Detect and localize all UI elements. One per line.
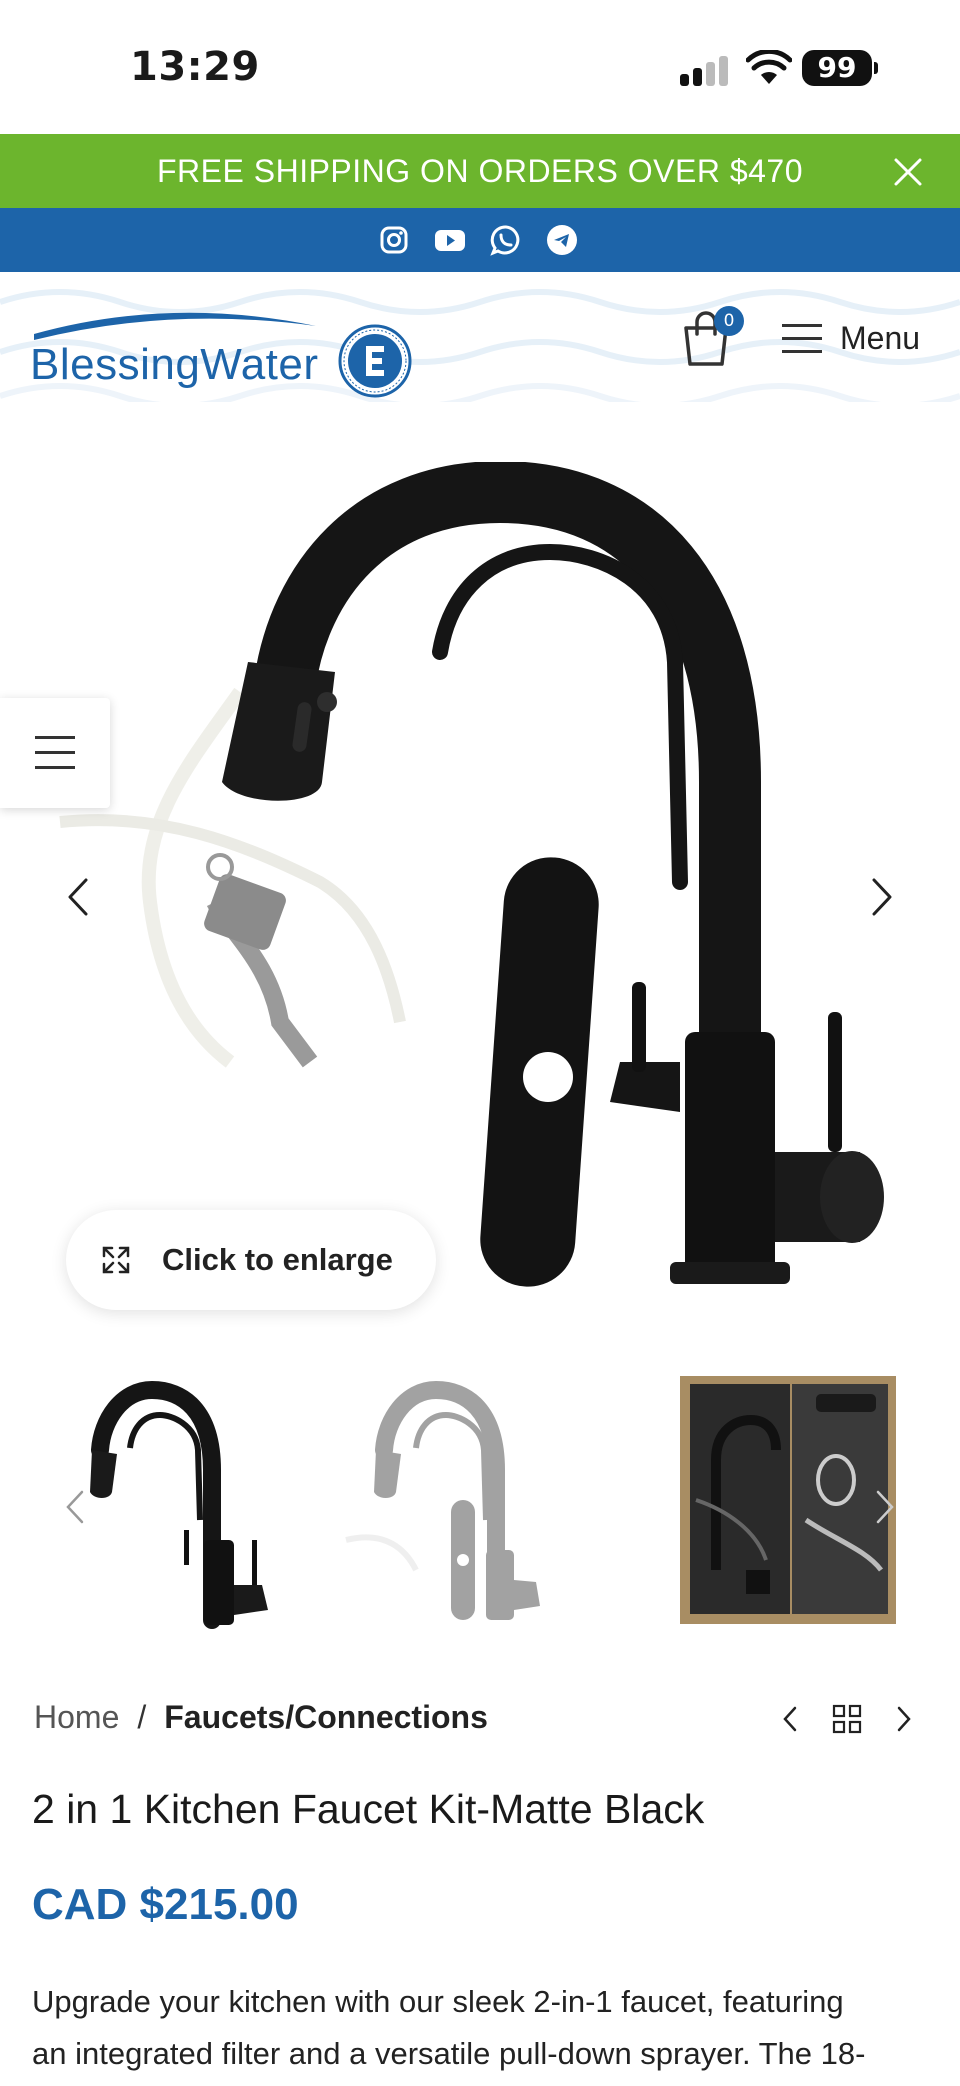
product-title: 2 in 1 Kitchen Faucet Kit-Matte Black bbox=[32, 1786, 705, 1832]
announcement-text: FREE SHIPPING ON ORDERS OVER $470 bbox=[157, 153, 803, 189]
enlarge-button[interactable]: Click to enlarge bbox=[66, 1210, 436, 1310]
product-description: Upgrade your kitchen with our sleek 2-in… bbox=[32, 1976, 932, 2080]
logo-text: BlessingWater bbox=[30, 340, 319, 389]
breadcrumb: Home / Faucets/Connections bbox=[34, 1692, 488, 1742]
logo[interactable]: BlessingWater bbox=[30, 300, 420, 398]
expand-icon bbox=[102, 1246, 130, 1274]
description-line: an integrated filter and a versatile pul… bbox=[32, 2036, 866, 2071]
breadcrumb-home[interactable]: Home bbox=[34, 1699, 119, 1736]
logo-seal-icon bbox=[338, 324, 412, 398]
status-bar: 13:29 99 bbox=[0, 0, 960, 134]
product-navigation bbox=[780, 1700, 920, 1736]
thumbnail-3[interactable] bbox=[676, 1370, 906, 1640]
announcement-bar: FREE SHIPPING ON ORDERS OVER $470 bbox=[0, 134, 960, 208]
gallery-prev-arrow[interactable] bbox=[60, 872, 96, 922]
product-main-image[interactable] bbox=[40, 462, 920, 1322]
youtube-icon[interactable] bbox=[434, 224, 466, 256]
product-gallery: Click to enlarge bbox=[0, 402, 960, 1342]
battery-icon: 99 bbox=[802, 50, 878, 86]
menu-label: Menu bbox=[840, 319, 921, 356]
breadcrumb-separator: / bbox=[137, 1698, 147, 1735]
gallery-next-arrow[interactable] bbox=[864, 872, 900, 922]
cart-count-badge: 0 bbox=[714, 306, 744, 336]
chevron-right-icon[interactable] bbox=[894, 1704, 914, 1734]
wifi-icon bbox=[746, 50, 792, 84]
enlarge-label: Click to enlarge bbox=[162, 1242, 393, 1277]
close-icon[interactable] bbox=[892, 156, 924, 188]
grid-icon[interactable] bbox=[832, 1704, 862, 1734]
instagram-icon[interactable] bbox=[378, 224, 410, 256]
hamburger-icon bbox=[782, 322, 822, 354]
thumbnail-prev-arrow[interactable] bbox=[64, 1488, 86, 1526]
chevron-left-icon[interactable] bbox=[780, 1704, 800, 1734]
whatsapp-icon[interactable] bbox=[490, 224, 522, 256]
social-bar bbox=[0, 208, 960, 272]
thumbnail-next-arrow[interactable] bbox=[874, 1488, 896, 1526]
thumbnail-1[interactable] bbox=[72, 1370, 302, 1640]
thumbnail-2[interactable] bbox=[336, 1370, 566, 1640]
site-header: BlessingWater 0 Menu bbox=[0, 272, 960, 402]
description-line: Upgrade your kitchen with our sleek 2-in… bbox=[32, 1984, 844, 2019]
breadcrumb-current[interactable]: Faucets/Connections bbox=[164, 1699, 488, 1736]
thumbnail-strip bbox=[0, 1370, 960, 1640]
status-time: 13:29 bbox=[130, 44, 260, 90]
menu-button[interactable]: Menu bbox=[782, 318, 920, 358]
side-menu-toggle[interactable] bbox=[0, 698, 110, 808]
signal-icon bbox=[680, 56, 730, 86]
telegram-icon[interactable] bbox=[546, 224, 578, 256]
product-price: CAD $215.00 bbox=[32, 1880, 299, 1929]
